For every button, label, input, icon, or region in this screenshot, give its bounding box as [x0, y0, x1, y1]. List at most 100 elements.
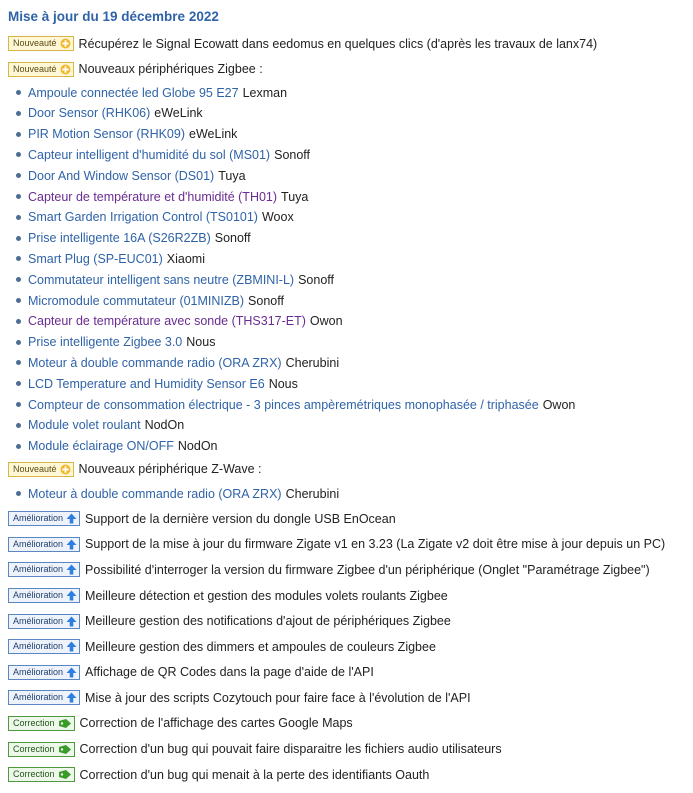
device-brand: Cherubini [285, 355, 340, 370]
device-link[interactable]: Compteur de consommation électrique - 3 … [28, 398, 539, 412]
device-list-item: Module éclairage ON/OFF NodOn [16, 436, 685, 457]
improvement-badge: Amélioration [8, 536, 81, 552]
device-list-item: PIR Motion Sensor (RHK09) eWeLink [16, 124, 685, 145]
new-badge: Nouveauté [8, 461, 74, 477]
entry-text: Correction d'un bug qui menait à la pert… [79, 767, 430, 782]
device-brand: Sonoff [248, 293, 284, 308]
device-link[interactable]: Door And Window Sensor (DS01) [28, 169, 214, 183]
page-title: Mise à jour du 19 décembre 2022 [8, 9, 219, 24]
device-link[interactable]: Capteur de température avec sonde (THS31… [28, 314, 306, 328]
device-list-item: Micromodule commutateur (01MINIZB) Sonof… [16, 290, 685, 311]
device-link[interactable]: Moteur à double commande radio (ORA ZRX) [28, 356, 282, 370]
device-brand: NodOn [177, 439, 218, 454]
entry-text: Nouveaux périphériques Zigbee : [78, 62, 263, 77]
device-brand: Xiaomi [166, 251, 205, 266]
improvement-entry: Amélioration Meilleure détection et gest… [8, 583, 685, 609]
device-link[interactable]: Smart Plug (SP-EUC01) [28, 252, 163, 266]
device-link[interactable]: Ampoule connectée led Globe 95 E27 [28, 86, 239, 100]
device-list-item: Moteur à double commande radio (ORA ZRX)… [16, 353, 685, 374]
device-link[interactable]: LCD Temperature and Humidity Sensor E6 [28, 377, 265, 391]
improvement-entry: Amélioration Support de la dernière vers… [8, 506, 685, 532]
arrow-up-icon [66, 692, 77, 703]
entry-text: Affichage de QR Codes dans la page d'aid… [85, 665, 374, 680]
device-link[interactable]: Smart Garden Irrigation Control (TS0101) [28, 210, 258, 224]
device-brand: Nous [186, 335, 216, 350]
device-link[interactable]: Door Sensor (RHK06) [28, 106, 150, 120]
device-brand: Owon [542, 397, 576, 412]
device-list-item: Capteur intelligent d'humidité du sol (M… [16, 145, 685, 166]
device-link[interactable]: Module volet roulant [28, 418, 141, 432]
fix-entry: Correction Correction de l'affichage des… [8, 711, 685, 737]
device-link[interactable]: Capteur de température et d'humidité (TH… [28, 190, 277, 204]
device-brand: Woox [261, 210, 294, 225]
device-list-item: Commutateur intelligent sans neutre (ZBM… [16, 269, 685, 290]
device-link[interactable]: Prise intelligente 16A (S26R2ZB) [28, 231, 211, 245]
plus-circle-icon [60, 64, 71, 75]
arrow-up-icon [66, 616, 77, 627]
bullet-icon [16, 339, 21, 345]
entry-text: Nouveaux périphérique Z-Wave : [78, 462, 262, 477]
bullet-icon [16, 90, 21, 96]
bullet-icon [16, 256, 21, 262]
entry-text: Possibilité d'interroger la version du f… [85, 562, 650, 577]
fix-entry: Correction Correction d'un bug qui menai… [8, 762, 685, 788]
device-link[interactable]: Capteur intelligent d'humidité du sol (M… [28, 148, 270, 162]
plus-circle-icon [60, 38, 71, 49]
bullet-icon [16, 422, 21, 428]
improvement-badge: Amélioration [8, 511, 81, 527]
device-link[interactable]: Micromodule commutateur (01MINIZB) [28, 294, 244, 308]
device-brand: Tuya [281, 189, 309, 204]
plus-circle-icon [60, 464, 71, 475]
fix-entry: Correction Correction d'un bug qui pouva… [8, 736, 685, 762]
entry-text: Correction d'un bug qui pouvait faire di… [79, 742, 502, 757]
arrow-up-icon [66, 564, 77, 575]
improvement-entry: Amélioration Support de la mise à jour d… [8, 532, 685, 558]
bullet-icon [16, 152, 21, 158]
device-link[interactable]: Moteur à double commande radio (ORA ZRX) [28, 487, 282, 501]
entry-text: Support de la dernière version du dongle… [85, 511, 396, 526]
bullet-icon [16, 402, 21, 408]
entry-text: Meilleure détection et gestion des modul… [85, 588, 448, 603]
bullet-icon [16, 360, 21, 366]
improvement-badge: Amélioration [8, 588, 81, 603]
entry-zigbee-devices: Nouveauté Nouveaux périphériques Zigbee … [8, 57, 685, 83]
entry-text: Mise à jour des scripts Cozytouch pour f… [85, 690, 471, 705]
improvement-entry: Amélioration Affichage de QR Codes dans … [8, 659, 685, 685]
entry-ecowatt: Nouveauté Récupérez le Signal Ecowatt da… [8, 31, 685, 57]
arrow-up-icon [66, 590, 77, 601]
fix-badge: Correction [8, 767, 75, 783]
device-link[interactable]: PIR Motion Sensor (RHK09) [28, 127, 185, 141]
new-badge: Nouveauté [8, 61, 74, 77]
fix-badge: Correction [8, 741, 75, 757]
improvement-entry: Amélioration Mise à jour des scripts Coz… [8, 685, 685, 711]
improvement-badge: Amélioration [8, 613, 81, 629]
arrow-up-icon [66, 539, 77, 550]
device-link[interactable]: Module éclairage ON/OFF [28, 439, 174, 453]
tag-icon [58, 718, 72, 729]
device-list-item: Prise intelligente 16A (S26R2ZB) Sonoff [16, 228, 685, 249]
device-list-item: Door Sensor (RHK06) eWeLink [16, 103, 685, 124]
device-brand: Cherubini [285, 486, 340, 501]
improvement-entry: Amélioration Meilleure gestion des dimme… [8, 634, 685, 660]
device-list-item: Capteur de température et d'humidité (TH… [16, 186, 685, 207]
fix-list: Correction Correction de l'affichage des… [8, 711, 685, 788]
improvement-list: Amélioration Support de la dernière vers… [8, 506, 685, 711]
release-notes: Mise à jour du 19 décembre 2022 Nouveaut… [0, 0, 693, 787]
device-list-item: Prise intelligente Zigbee 3.0 Nous [16, 332, 685, 353]
device-link[interactable]: Commutateur intelligent sans neutre (ZBM… [28, 273, 294, 287]
device-list-item: Module volet roulant NodOn [16, 415, 685, 436]
device-link[interactable]: Prise intelligente Zigbee 3.0 [28, 335, 182, 349]
device-list-item: Smart Plug (SP-EUC01) Xiaomi [16, 249, 685, 270]
device-list-item: Moteur à double commande radio (ORA ZRX)… [16, 483, 685, 504]
device-brand: Lexman [242, 85, 288, 100]
device-brand: eWeLink [189, 127, 238, 142]
bullet-icon [16, 318, 21, 324]
device-list-item: Ampoule connectée led Globe 95 E27 Lexma… [16, 82, 685, 103]
entry-text: Meilleure gestion des dimmers et ampoule… [85, 639, 436, 654]
device-brand: NodOn [144, 418, 185, 433]
improvement-entry: Amélioration Meilleure gestion des notif… [8, 608, 685, 634]
bullet-icon [16, 298, 21, 304]
device-brand: eWeLink [154, 106, 203, 121]
entry-text: Meilleure gestion des notifications d'aj… [85, 614, 451, 629]
entry-text: Récupérez le Signal Ecowatt dans eedomus… [78, 36, 598, 51]
